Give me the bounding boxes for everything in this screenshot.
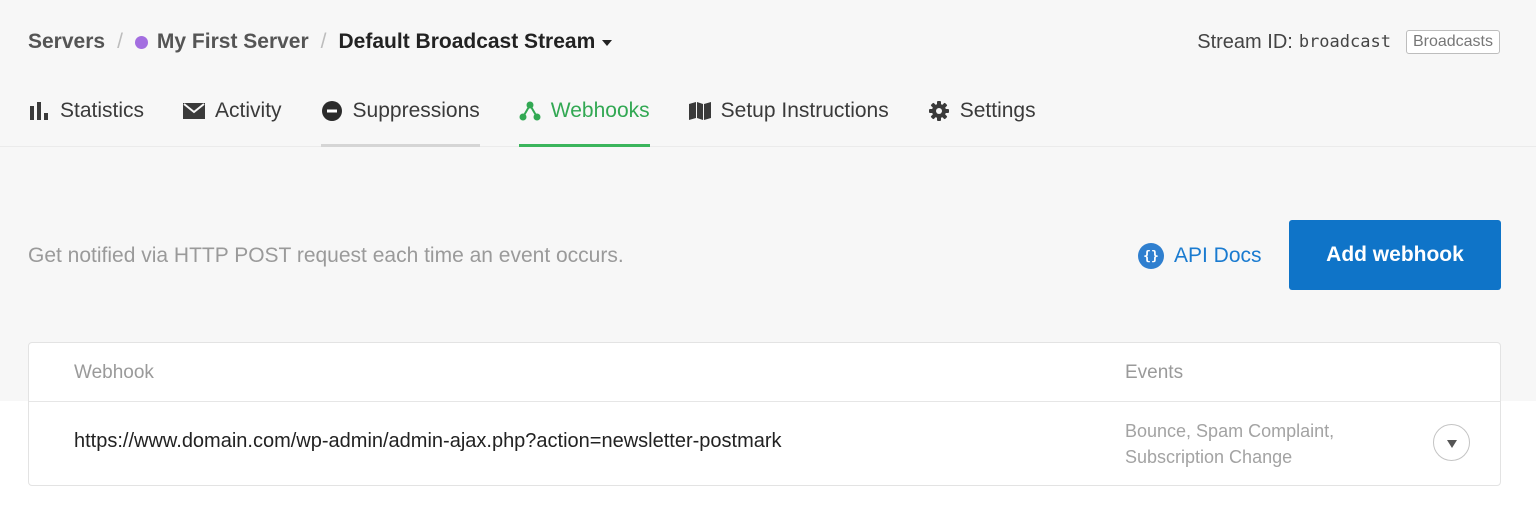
breadcrumb-separator: / [117,30,123,53]
tab-activity[interactable]: Activity [183,96,282,147]
stream-selector-dropdown[interactable]: Default Broadcast Stream [339,30,613,54]
stream-name: Default Broadcast Stream [338,30,596,53]
server-status-dot [134,35,148,49]
stream-type-badge: Broadcasts [1405,30,1500,54]
map-icon [688,100,711,122]
webhooks-description: Get notified via HTTP POST request each … [28,244,624,267]
tab-settings[interactable]: Settings [928,96,1036,147]
stream-id-value: broadcast [1298,32,1391,52]
code-braces-icon: {} [1138,243,1164,269]
tab-suppressions[interactable]: Suppressions [320,96,481,147]
table-header: Webhook Events [29,343,1500,402]
column-header-events: Events [1125,362,1184,383]
webhook-url[interactable]: https://www.domain.com/wp-admin/admin-aj… [74,430,782,453]
tab-label: Webhooks [550,99,650,122]
tab-label: Settings [959,99,1036,122]
tab-label: Suppressions [352,99,480,122]
add-webhook-button[interactable]: Add webhook [1289,220,1501,290]
table-row[interactable]: https://www.domain.com/wp-admin/admin-aj… [29,402,1500,486]
chevron-down-icon [602,40,613,46]
webhook-events: Bounce, Spam Complaint, Subscription Cha… [1125,418,1385,470]
stream-id-label: Stream ID: [1197,30,1293,53]
tab-setup-instructions[interactable]: Setup Instructions [688,96,889,147]
breadcrumb-servers-link[interactable]: Servers [28,30,105,54]
tab-webhooks[interactable]: Webhooks [518,96,650,147]
api-docs-link[interactable]: {} API Docs [1138,241,1262,271]
tab-label: Activity [215,99,282,122]
webhook-events-line: Subscription Change [1125,447,1293,467]
stream-tabs: Statistics Activity Suppressions Webhook… [28,96,1075,147]
column-header-webhook: Webhook [74,362,154,383]
webhook-events-line: Bounce, Spam Complaint, [1125,421,1335,441]
breadcrumb: Servers / My First Server / Default Broa… [28,28,613,56]
row-options-button[interactable] [1433,424,1470,461]
stream-id-info: Stream ID: broadcast Broadcasts [1197,28,1500,56]
caret-down-icon [1446,439,1457,448]
breadcrumb-separator: / [320,30,327,53]
page-header: Servers / My First Server / Default Broa… [0,0,1536,147]
api-docs-label: API Docs [1174,244,1262,267]
webhooks-table: Webhook Events https://www.domain.com/wp… [28,342,1501,486]
gear-icon [928,100,950,122]
breadcrumb-server-link[interactable]: My First Server [157,30,309,54]
tab-label: Statistics [60,99,145,122]
bar-chart-icon [28,100,50,122]
tab-label: Setup Instructions [720,99,889,122]
tab-statistics[interactable]: Statistics [28,96,144,147]
envelope-icon [183,100,206,122]
minus-circle-icon [321,100,343,122]
webhook-icon [519,100,541,122]
